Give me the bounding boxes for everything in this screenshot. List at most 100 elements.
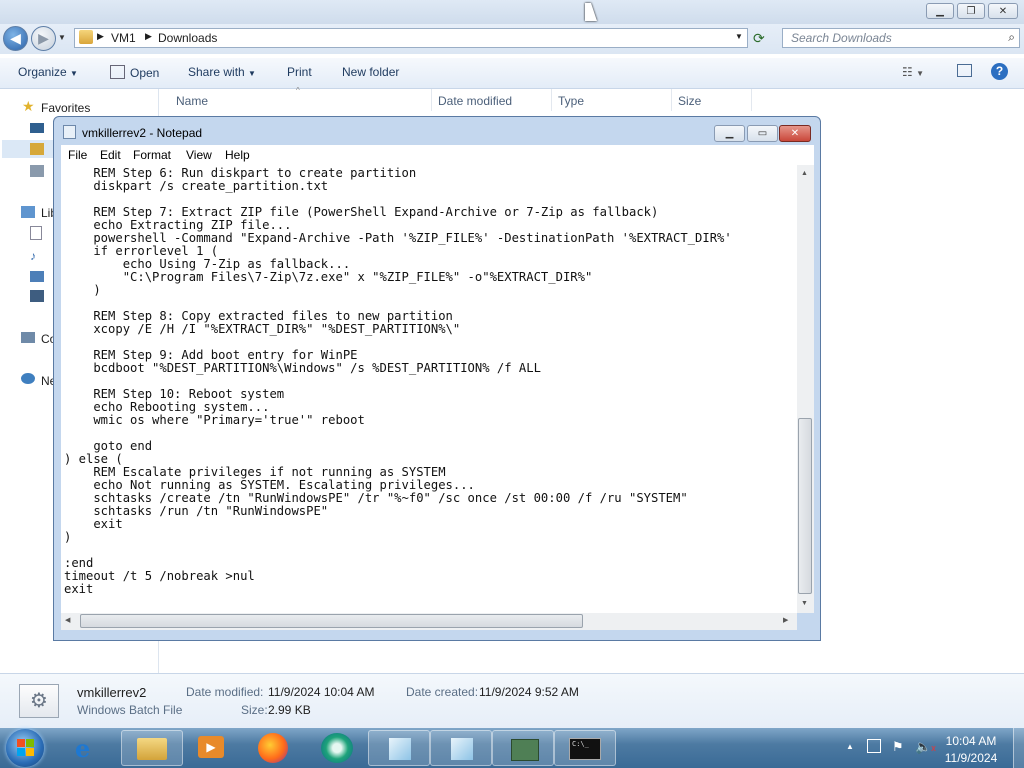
batch-file-gear-icon: ⚙ [19, 684, 59, 718]
detail-date-modified: 11/9/2024 10:04 AM [268, 685, 375, 699]
detail-date-created-label: Date created: [406, 685, 479, 699]
network-app-icon [511, 739, 539, 761]
breadcrumb-vm1[interactable]: VM1 [111, 31, 136, 45]
media-player-icon[interactable]: ▶ [198, 736, 224, 758]
horizontal-scroll-thumb[interactable] [80, 614, 583, 628]
vertical-scrollbar[interactable]: ▲ ▼ [797, 165, 814, 613]
notepad-maximize-button[interactable]: ▭ [747, 125, 778, 142]
videos-icon [30, 290, 44, 302]
libraries-icon [21, 206, 35, 218]
notepad-title: vmkillerrev2 - Notepad [82, 126, 203, 140]
search-input[interactable]: Search Downloads ⌕ [782, 28, 1020, 48]
taskbar-explorer-button[interactable] [121, 730, 183, 766]
menu-edit[interactable]: Edit [100, 148, 121, 162]
open-icon [110, 65, 125, 79]
notepad-app-icon [63, 125, 76, 139]
scroll-left-icon[interactable]: ◀ [65, 616, 70, 624]
documents-icon [30, 226, 42, 240]
breadcrumb-separator-icon: ▶ [145, 31, 152, 41]
print-button[interactable]: Print [287, 65, 312, 79]
show-desktop-button[interactable] [1013, 728, 1024, 768]
column-name[interactable]: Name [170, 89, 432, 111]
favorites-star-icon: ★ [22, 98, 35, 114]
menu-view[interactable]: View [186, 148, 212, 162]
refresh-icon[interactable]: ⟳ [753, 30, 765, 47]
scroll-down-icon[interactable]: ▼ [801, 600, 808, 607]
minimize-icon: ▁ [936, 5, 944, 17]
notepad-icon [451, 738, 473, 760]
maximize-icon: ▭ [757, 128, 768, 139]
start-button[interactable] [6, 729, 44, 767]
menu-format[interactable]: Format [133, 148, 171, 162]
scroll-right-icon[interactable]: ▶ [783, 616, 788, 624]
column-type[interactable]: Type [552, 89, 672, 111]
open-button[interactable]: Open [110, 65, 159, 80]
address-field[interactable]: ▶ VM1 ▶ Downloads ▼ [74, 28, 748, 48]
back-button[interactable]: ◀ [3, 26, 28, 51]
details-pane: ⚙ vmkillerrev2 Windows Batch File Date m… [0, 673, 1024, 729]
breadcrumb-downloads[interactable]: Downloads [158, 31, 217, 45]
close-button[interactable]: ✕ [988, 3, 1018, 19]
firefox-icon[interactable] [258, 733, 288, 763]
taskbar-network-app-button[interactable] [492, 730, 554, 766]
share-with-label: Share with [188, 65, 245, 79]
volume-muted-icon[interactable]: 🔈x [915, 739, 936, 755]
view-options-icon[interactable]: ☷ ▼ [902, 65, 924, 79]
nav-favorites[interactable]: Favorites [41, 101, 90, 115]
forward-button[interactable]: ▶ [31, 26, 56, 51]
notepad-text-area[interactable]: REM Step 6: Run diskpart to create parti… [61, 165, 797, 613]
menu-help[interactable]: Help [225, 148, 250, 162]
minimize-button[interactable]: ▁ [926, 3, 954, 19]
show-hidden-icons-icon[interactable]: ▲ [846, 742, 854, 751]
downloads-folder-icon [30, 143, 44, 155]
notepad-minimize-button[interactable]: ▁ [714, 125, 745, 142]
notepad-close-button[interactable]: ✕ [779, 125, 811, 142]
search-icon: ⌕ [1008, 30, 1015, 44]
column-size[interactable]: Size [672, 89, 752, 111]
detail-size: 2.99 KB [268, 703, 311, 717]
close-icon: ✕ [790, 128, 800, 139]
taskbar-cmd-button[interactable]: C:\_ [554, 730, 616, 766]
new-folder-button[interactable]: New folder [342, 65, 399, 79]
vertical-scroll-thumb[interactable] [798, 418, 812, 594]
breadcrumb-separator-icon: ▶ [97, 31, 104, 41]
notepad-menu-bar [61, 145, 814, 165]
column-date-modified[interactable]: Date modified [432, 89, 552, 111]
help-icon[interactable]: ? [991, 63, 1008, 80]
menu-file[interactable]: File [68, 148, 87, 162]
recent-pages-chevron-icon[interactable]: ▼ [58, 33, 66, 42]
desktop-icon [30, 123, 44, 133]
scroll-up-icon[interactable]: ▲ [801, 170, 808, 177]
flag-icon[interactable]: ⚑ [892, 739, 904, 755]
computer-icon [21, 332, 35, 343]
share-with-button[interactable]: Share with ▼ [188, 65, 256, 79]
address-dropdown-icon[interactable]: ▼ [735, 32, 743, 41]
maximize-button[interactable]: ❐ [957, 3, 985, 19]
windows-logo-icon-3 [17, 748, 25, 756]
notepad-text-content: REM Step 6: Run diskpart to create parti… [64, 166, 732, 596]
horizontal-scrollbar[interactable]: ◀ ▶ [61, 613, 797, 630]
close-icon: ✕ [998, 5, 1008, 17]
mouse-cursor-icon [585, 3, 597, 21]
folder-icon [79, 30, 93, 44]
organize-button[interactable]: Organize ▼ [18, 65, 78, 79]
clock-time[interactable]: 10:04 AM [936, 734, 1006, 748]
restore-icon: ❐ [966, 5, 976, 17]
open-label: Open [130, 66, 160, 80]
action-center-icon[interactable] [867, 739, 881, 753]
edge-browser-icon[interactable] [321, 733, 353, 763]
back-arrow-icon: ◀ [10, 30, 21, 46]
explorer-folder-icon [137, 738, 167, 760]
detail-date-modified-label: Date modified: [186, 685, 264, 699]
notepad-icon [389, 738, 411, 760]
taskbar-notepad-button-1[interactable] [368, 730, 430, 766]
preview-pane-icon[interactable] [957, 64, 972, 77]
windows-logo-icon-4 [26, 748, 34, 756]
detail-size-label: Size: [241, 703, 268, 717]
internet-explorer-icon[interactable]: e [75, 734, 90, 763]
music-icon: ♪ [30, 249, 36, 263]
organize-chevron-icon: ▼ [70, 69, 78, 78]
taskbar-notepad-button-2[interactable] [430, 730, 492, 766]
clock-date[interactable]: 11/9/2024 [936, 751, 1006, 765]
sort-ascending-icon: ^ [296, 86, 300, 95]
